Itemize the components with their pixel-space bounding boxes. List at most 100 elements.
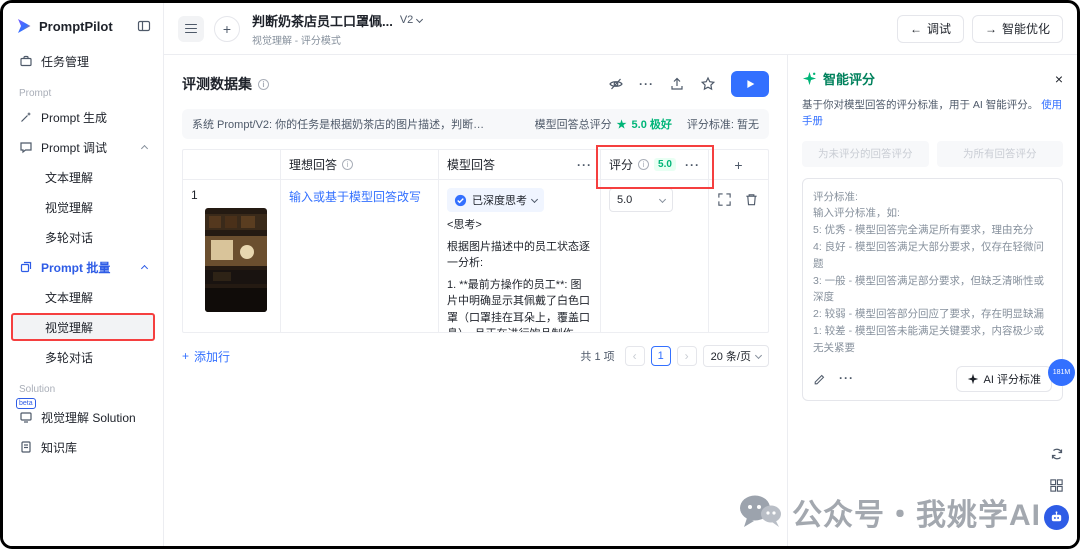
ideal-answer-cell[interactable]: 输入或基于模型回答改写 xyxy=(281,180,439,332)
ideal-answer-placeholder[interactable]: 输入或基于模型回答改写 xyxy=(289,190,421,204)
edit-icon[interactable] xyxy=(813,372,827,386)
total-count: 共 1 项 xyxy=(580,348,614,364)
sidebar-item-label: 视觉理解 xyxy=(45,199,93,216)
deep-think-badge[interactable]: 已深度思考 xyxy=(447,188,544,212)
criteria-status: 评分标准: 暂无 xyxy=(687,116,759,132)
score-all-button[interactable]: 为所有回答评分 xyxy=(937,141,1064,167)
export-icon[interactable] xyxy=(669,76,685,92)
refresh-expand-icon[interactable] xyxy=(1046,443,1068,465)
sidebar-item-vision-solution[interactable]: beta 视觉理解 Solution xyxy=(11,403,155,431)
sidebar-item-prompt-debug[interactable]: Prompt 调试 xyxy=(11,133,155,161)
sidebar-item-debug-text[interactable]: 文本理解 xyxy=(11,163,155,191)
smart-scoring-panel: 智能评分 × 基于你对模型回答的评分标准，用于 AI 智能评分。 使用手册 为未… xyxy=(787,55,1077,546)
star-icon: ★ xyxy=(617,118,627,131)
plus-icon: + xyxy=(734,157,742,173)
sidebar-section-prompt: Prompt xyxy=(19,88,155,99)
sidebar-section-solution: Solution xyxy=(19,384,155,395)
info-icon: i xyxy=(342,159,353,170)
row-score-value: 5.0 xyxy=(617,194,632,206)
menu-icon[interactable] xyxy=(178,16,204,42)
sidebar-item-label: 文本理解 xyxy=(45,169,93,186)
run-button[interactable] xyxy=(731,71,769,97)
layers-icon xyxy=(19,260,33,274)
criteria-line: 5: 优秀 - 模型回答完全满足所有要求，理由充分 xyxy=(813,222,1052,239)
sidebar-item-label: Prompt 生成 xyxy=(41,109,107,126)
main-column: + 判断奶茶店员工口罩佩... V2 视觉理解 - 评分模式 ← 调试 → 智能… xyxy=(164,3,1077,546)
check-circle-icon xyxy=(454,194,467,207)
overall-score: 模型回答总评分 ★ 5.0 极好 评分标准: 暂无 xyxy=(535,116,759,132)
plus-icon: + xyxy=(182,349,189,363)
top-actions: ← 调试 → 智能优化 xyxy=(897,15,1063,43)
criteria-textarea[interactable]: 评分标准: 输入评分标准，如: 5: 优秀 - 模型回答完全满足所有要求，理由充… xyxy=(802,178,1063,401)
score-badge: 5.0 xyxy=(654,158,676,171)
prev-page-button[interactable]: ‹ xyxy=(625,346,645,366)
score-cell: 5.0 xyxy=(601,180,709,332)
sidebar-item-label: 多轮对话 xyxy=(45,229,93,246)
apps-grid-icon[interactable] xyxy=(1046,474,1068,496)
sidebar-item-knowledge-base[interactable]: 知识库 xyxy=(11,433,155,461)
sidebar-collapse-icon[interactable] xyxy=(137,19,151,33)
next-page-button[interactable]: › xyxy=(677,346,697,366)
add-row-button[interactable]: + 添加行 xyxy=(182,348,230,365)
magic-wand-icon xyxy=(19,110,33,124)
floating-badge[interactable]: 181M xyxy=(1048,359,1075,386)
sidebar-item-debug-vision[interactable]: 视觉理解 xyxy=(11,193,155,221)
sidebar-item-prompt-batch[interactable]: Prompt 批量 xyxy=(11,253,155,281)
sidebar-item-prompt-generate[interactable]: Prompt 生成 xyxy=(11,103,155,131)
smart-optimize-button[interactable]: → 智能优化 xyxy=(972,15,1063,43)
system-prompt-bar[interactable]: 系统 Prompt/V2: 你的任务是根据奶茶店的图片描述，判断奶茶... 模型… xyxy=(182,109,769,139)
pagination: 共 1 项 ‹ 1 › 20 条/页 xyxy=(580,345,769,367)
hide-columns-icon[interactable] xyxy=(608,76,624,92)
system-prompt-text: 系统 Prompt/V2: 你的任务是根据奶茶店的图片描述，判断奶茶... xyxy=(192,116,487,132)
column-header-score: 评分 i 5.0 ··· xyxy=(601,150,709,180)
add-row-label: 添加行 xyxy=(194,348,230,365)
sidebar-item-batch-vision[interactable]: 视觉理解 xyxy=(11,313,155,341)
row-actions-cell xyxy=(709,180,768,332)
expand-row-icon[interactable] xyxy=(717,192,732,207)
version-select[interactable]: V2 xyxy=(400,14,422,26)
dataset-toolbar: ··· xyxy=(608,71,769,97)
close-icon[interactable]: × xyxy=(1055,72,1063,86)
sidebar-item-task-management[interactable]: 任务管理 xyxy=(11,47,155,75)
sidebar-item-label: 视觉理解 Solution xyxy=(41,409,136,426)
model-answer-cell[interactable]: 已深度思考 <思考> 根据图片描述中的员工状态逐一分析: 1. **最前方操作的… xyxy=(439,180,601,332)
favorite-star-icon[interactable] xyxy=(700,76,716,92)
sparkle-icon xyxy=(802,71,817,86)
column-header-ideal: 理想回答 i xyxy=(281,150,439,180)
row-number: 1 xyxy=(191,188,272,202)
column-more-icon[interactable]: ··· xyxy=(685,158,700,172)
optimize-button-label: 智能优化 xyxy=(1002,20,1050,37)
criteria-line: 2: 较弱 - 模型回答部分回应了要求，存在明显缺漏 xyxy=(813,306,1052,323)
row-index-cell: 1 xyxy=(183,180,281,332)
add-column-button[interactable]: + xyxy=(709,150,768,180)
debug-button[interactable]: ← 调试 xyxy=(897,15,964,43)
score-value: 5.0 极好 xyxy=(632,116,672,132)
current-page-button[interactable]: 1 xyxy=(651,346,671,366)
row-image-thumbnail[interactable] xyxy=(205,208,267,312)
page-size-value: 20 条/页 xyxy=(711,348,751,364)
document-title-block: 判断奶茶店员工口罩佩... V2 视觉理解 - 评分模式 xyxy=(252,11,422,47)
ai-criteria-button[interactable]: AI 评分标准 xyxy=(956,366,1052,392)
app-title: PromptPilot xyxy=(39,19,113,34)
column-more-icon[interactable]: ··· xyxy=(577,158,592,172)
add-task-button[interactable]: + xyxy=(214,16,240,42)
score-label: 模型回答总评分 xyxy=(535,116,612,132)
more-actions-icon[interactable]: ··· xyxy=(639,77,654,91)
deep-think-label: 已深度思考 xyxy=(472,192,527,208)
delete-row-icon[interactable] xyxy=(744,192,759,207)
row-score-select[interactable]: 5.0 xyxy=(609,188,673,212)
chat-bubble-icon xyxy=(19,140,33,154)
sidebar-item-batch-multiturn[interactable]: 多轮对话 xyxy=(11,343,155,371)
criteria-more-icon[interactable]: ··· xyxy=(839,369,854,388)
sidebar: PromptPilot 任务管理 Prompt Prompt 生成 Prompt… xyxy=(3,3,164,546)
assistant-icon[interactable] xyxy=(1044,505,1069,530)
sidebar-item-debug-multiturn[interactable]: 多轮对话 xyxy=(11,223,155,251)
briefcase-icon xyxy=(19,54,33,68)
sidebar-item-batch-text[interactable]: 文本理解 xyxy=(11,283,155,311)
page-size-select[interactable]: 20 条/页 xyxy=(703,345,769,367)
criteria-label: 评分标准: xyxy=(813,189,1052,206)
score-unscored-button[interactable]: 为未评分的回答评分 xyxy=(802,141,929,167)
table-footer: + 添加行 共 1 项 ‹ 1 › 20 条/页 xyxy=(182,345,769,367)
model-answer-text: <思考> xyxy=(447,217,592,234)
column-label: 评分 xyxy=(609,156,633,173)
